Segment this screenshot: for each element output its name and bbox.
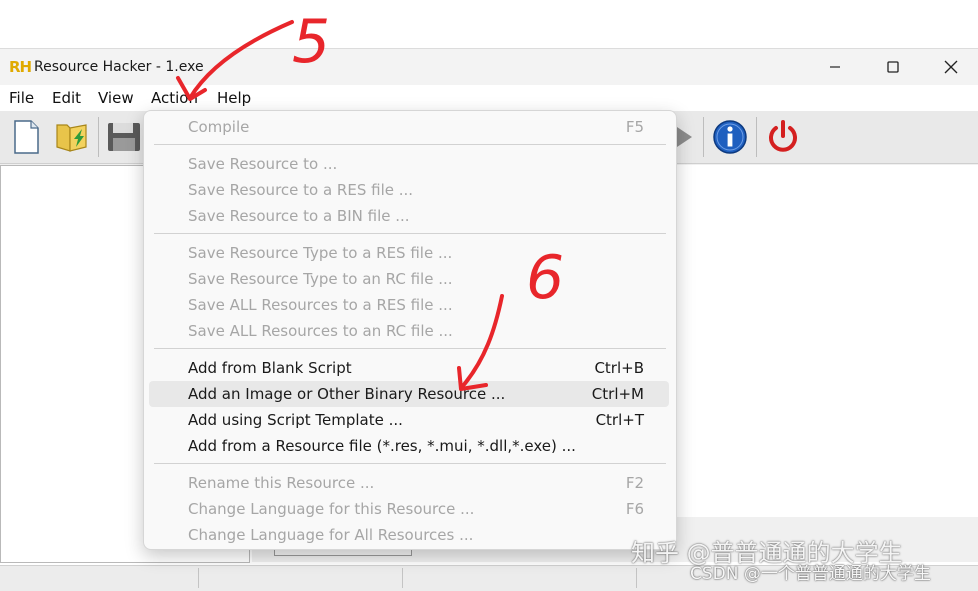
new-file-icon: [14, 120, 39, 154]
menu-item-label: Save ALL Resources to an RC file ...: [188, 322, 453, 340]
menu-item-label: Add from a Resource file (*.res, *.mui, …: [188, 437, 576, 455]
menu-item-change-language[interactable]: Change Language for this Resource ... F6: [149, 496, 669, 522]
menu-item-rename-resource[interactable]: Rename this Resource ... F2: [149, 470, 669, 496]
open-button[interactable]: [52, 117, 92, 157]
menu-item-save-resource-res[interactable]: Save Resource to a RES file ...: [149, 177, 669, 203]
menu-separator: [154, 463, 666, 464]
menu-item-save-type-res[interactable]: Save Resource Type to a RES file ...: [149, 240, 669, 266]
status-separator: [636, 568, 637, 588]
menu-item-add-from-resource-file[interactable]: Add from a Resource file (*.res, *.mui, …: [149, 433, 669, 459]
menu-item-add-script-template[interactable]: Add using Script Template ... Ctrl+T: [149, 407, 669, 433]
menu-item-shortcut: F5: [625, 118, 644, 136]
menu-item-save-resource[interactable]: Save Resource to ...: [149, 151, 669, 177]
menu-bar: File Edit View Action Help: [0, 85, 978, 111]
status-separator: [198, 568, 199, 588]
menu-item-add-blank-script[interactable]: Add from Blank Script Ctrl+B: [149, 355, 669, 381]
menu-action[interactable]: Action: [151, 89, 198, 107]
watermark-csdn: CSDN @一个普普通通的大学生: [690, 564, 931, 584]
close-button[interactable]: [922, 49, 978, 85]
status-separator: [402, 568, 403, 588]
menu-item-add-binary-resource[interactable]: Add an Image or Other Binary Resource ..…: [149, 381, 669, 407]
menu-item-shortcut: Ctrl+B: [594, 359, 644, 377]
exit-button[interactable]: [763, 117, 803, 157]
info-icon: [713, 120, 747, 154]
menu-item-save-all-res[interactable]: Save ALL Resources to a RES file ...: [149, 292, 669, 318]
power-icon: [769, 120, 797, 152]
menu-item-label: Add from Blank Script: [188, 359, 352, 377]
menu-view[interactable]: View: [98, 89, 134, 107]
menu-item-label: Save Resource to a RES file ...: [188, 181, 414, 199]
menu-item-save-all-rc[interactable]: Save ALL Resources to an RC file ...: [149, 318, 669, 344]
title-bar[interactable]: RH Resource Hacker - 1.exe: [0, 49, 978, 85]
menu-item-shortcut: Ctrl+T: [595, 411, 644, 429]
menu-item-save-resource-bin[interactable]: Save Resource to a BIN file ...: [149, 203, 669, 229]
toolbar-separator: [703, 117, 704, 157]
menu-item-label: Save Resource Type to an RC file ...: [188, 270, 453, 288]
maximize-icon: [887, 61, 899, 73]
action-menu-dropdown: Compile F5 Save Resource to ... Save Res…: [143, 110, 677, 550]
menu-item-label: Add an Image or Other Binary Resource ..…: [188, 385, 506, 403]
menu-help[interactable]: Help: [217, 89, 251, 107]
menu-item-label: Save ALL Resources to a RES file ...: [188, 296, 453, 314]
menu-item-change-language-all[interactable]: Change Language for All Resources ...: [149, 522, 669, 548]
menu-item-label: Change Language for All Resources ...: [188, 526, 474, 544]
minimize-icon: [830, 66, 840, 68]
menu-item-label: Save Resource Type to a RES file ...: [188, 244, 453, 262]
app-logo: RH: [9, 58, 32, 76]
menu-separator: [154, 348, 666, 349]
maximize-button[interactable]: [864, 49, 922, 85]
menu-item-label: Compile: [188, 118, 250, 136]
app-logo-text: RH: [9, 58, 32, 76]
toolbar-separator: [756, 117, 757, 157]
close-icon: [944, 60, 958, 74]
open-folder-icon: [56, 124, 87, 152]
window-title: Resource Hacker - 1.exe: [34, 59, 204, 75]
toolbar-separator: [98, 117, 99, 157]
menu-item-shortcut: F2: [625, 474, 644, 492]
menu-item-shortcut: Ctrl+M: [591, 385, 644, 403]
menu-item-save-type-rc[interactable]: Save Resource Type to an RC file ...: [149, 266, 669, 292]
save-icon: [108, 123, 140, 151]
menu-item-label: Save Resource to a BIN file ...: [188, 207, 410, 225]
menu-item-label: Add using Script Template ...: [188, 411, 403, 429]
menu-separator: [154, 233, 666, 234]
menu-file[interactable]: File: [9, 89, 34, 107]
menu-item-label: Save Resource to ...: [188, 155, 338, 173]
minimize-button[interactable]: [806, 49, 864, 85]
menu-separator: [154, 144, 666, 145]
menu-edit[interactable]: Edit: [52, 89, 81, 107]
menu-item-label: Rename this Resource ...: [188, 474, 375, 492]
menu-item-compile[interactable]: Compile F5: [149, 114, 669, 140]
about-button[interactable]: [710, 117, 750, 157]
menu-item-shortcut: F6: [625, 500, 644, 518]
save-button[interactable]: [104, 117, 144, 157]
new-button[interactable]: [6, 117, 46, 157]
menu-item-label: Change Language for this Resource ...: [188, 500, 475, 518]
